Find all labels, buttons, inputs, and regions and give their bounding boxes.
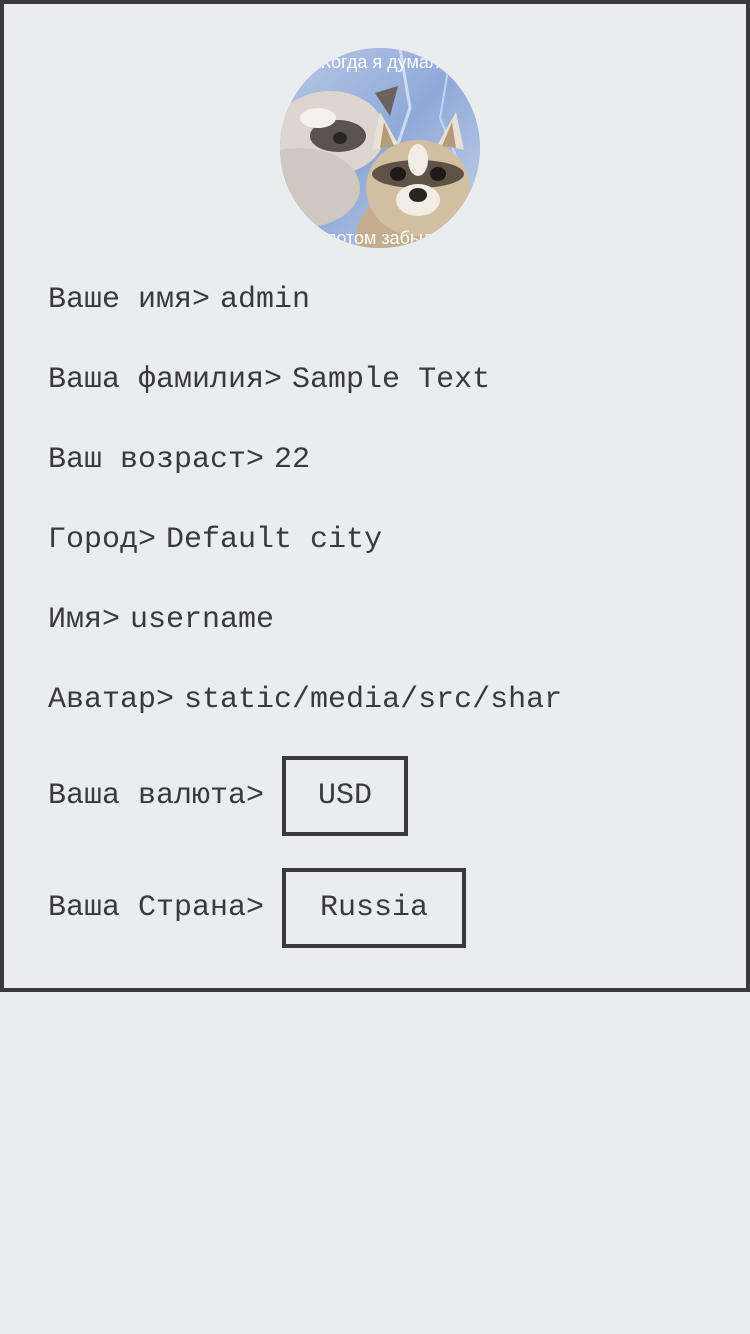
first-name-value: admin [220,283,311,317]
currency-select-value: USD [317,779,372,813]
last-name-label: Ваша фамилия> [48,363,283,397]
currency-row: Ваша валюта> [48,778,264,814]
country-label: Ваша Страна> [48,891,265,925]
city-row: Город> Default city [48,522,382,558]
username-row: Имя> username [48,602,274,638]
country-select-value: Russia [319,891,429,925]
city-value: Default city [166,523,383,557]
country-select[interactable]: Russia [282,868,466,948]
last-name-value: Sample Text [292,363,491,397]
first-name-label: Ваше имя> [48,283,211,317]
profile-card: Когда я думал потом забыл Ваше имя> admin… [0,0,750,992]
last-name-row: Ваша фамилия> Sample Text [48,362,490,398]
avatar-caption-bottom: потом забыл [327,228,434,248]
username-label: Имя> [48,603,121,637]
currency-select[interactable]: USD [282,756,408,836]
age-value: 22 [274,443,311,477]
avatar: Когда я думал потом забыл [280,48,480,248]
currency-label: Ваша валюта> [48,779,265,813]
username-value: username [130,603,275,637]
avatar-image: Когда я думал потом забыл [280,48,480,248]
city-label: Город> [48,523,157,557]
avatar-caption-top: Когда я думал [321,52,440,72]
age-label: Ваш возраст> [48,443,265,477]
avatar-path-row: Аватар> static/media/src/shar [48,682,562,718]
avatar-path-value: static/media/src/shar [184,683,563,717]
country-row: Ваша Страна> [48,890,264,926]
first-name-row: Ваше имя> admin [48,282,310,318]
avatar-path-label: Аватар> [48,683,175,717]
age-row: Ваш возраст> 22 [48,442,310,478]
